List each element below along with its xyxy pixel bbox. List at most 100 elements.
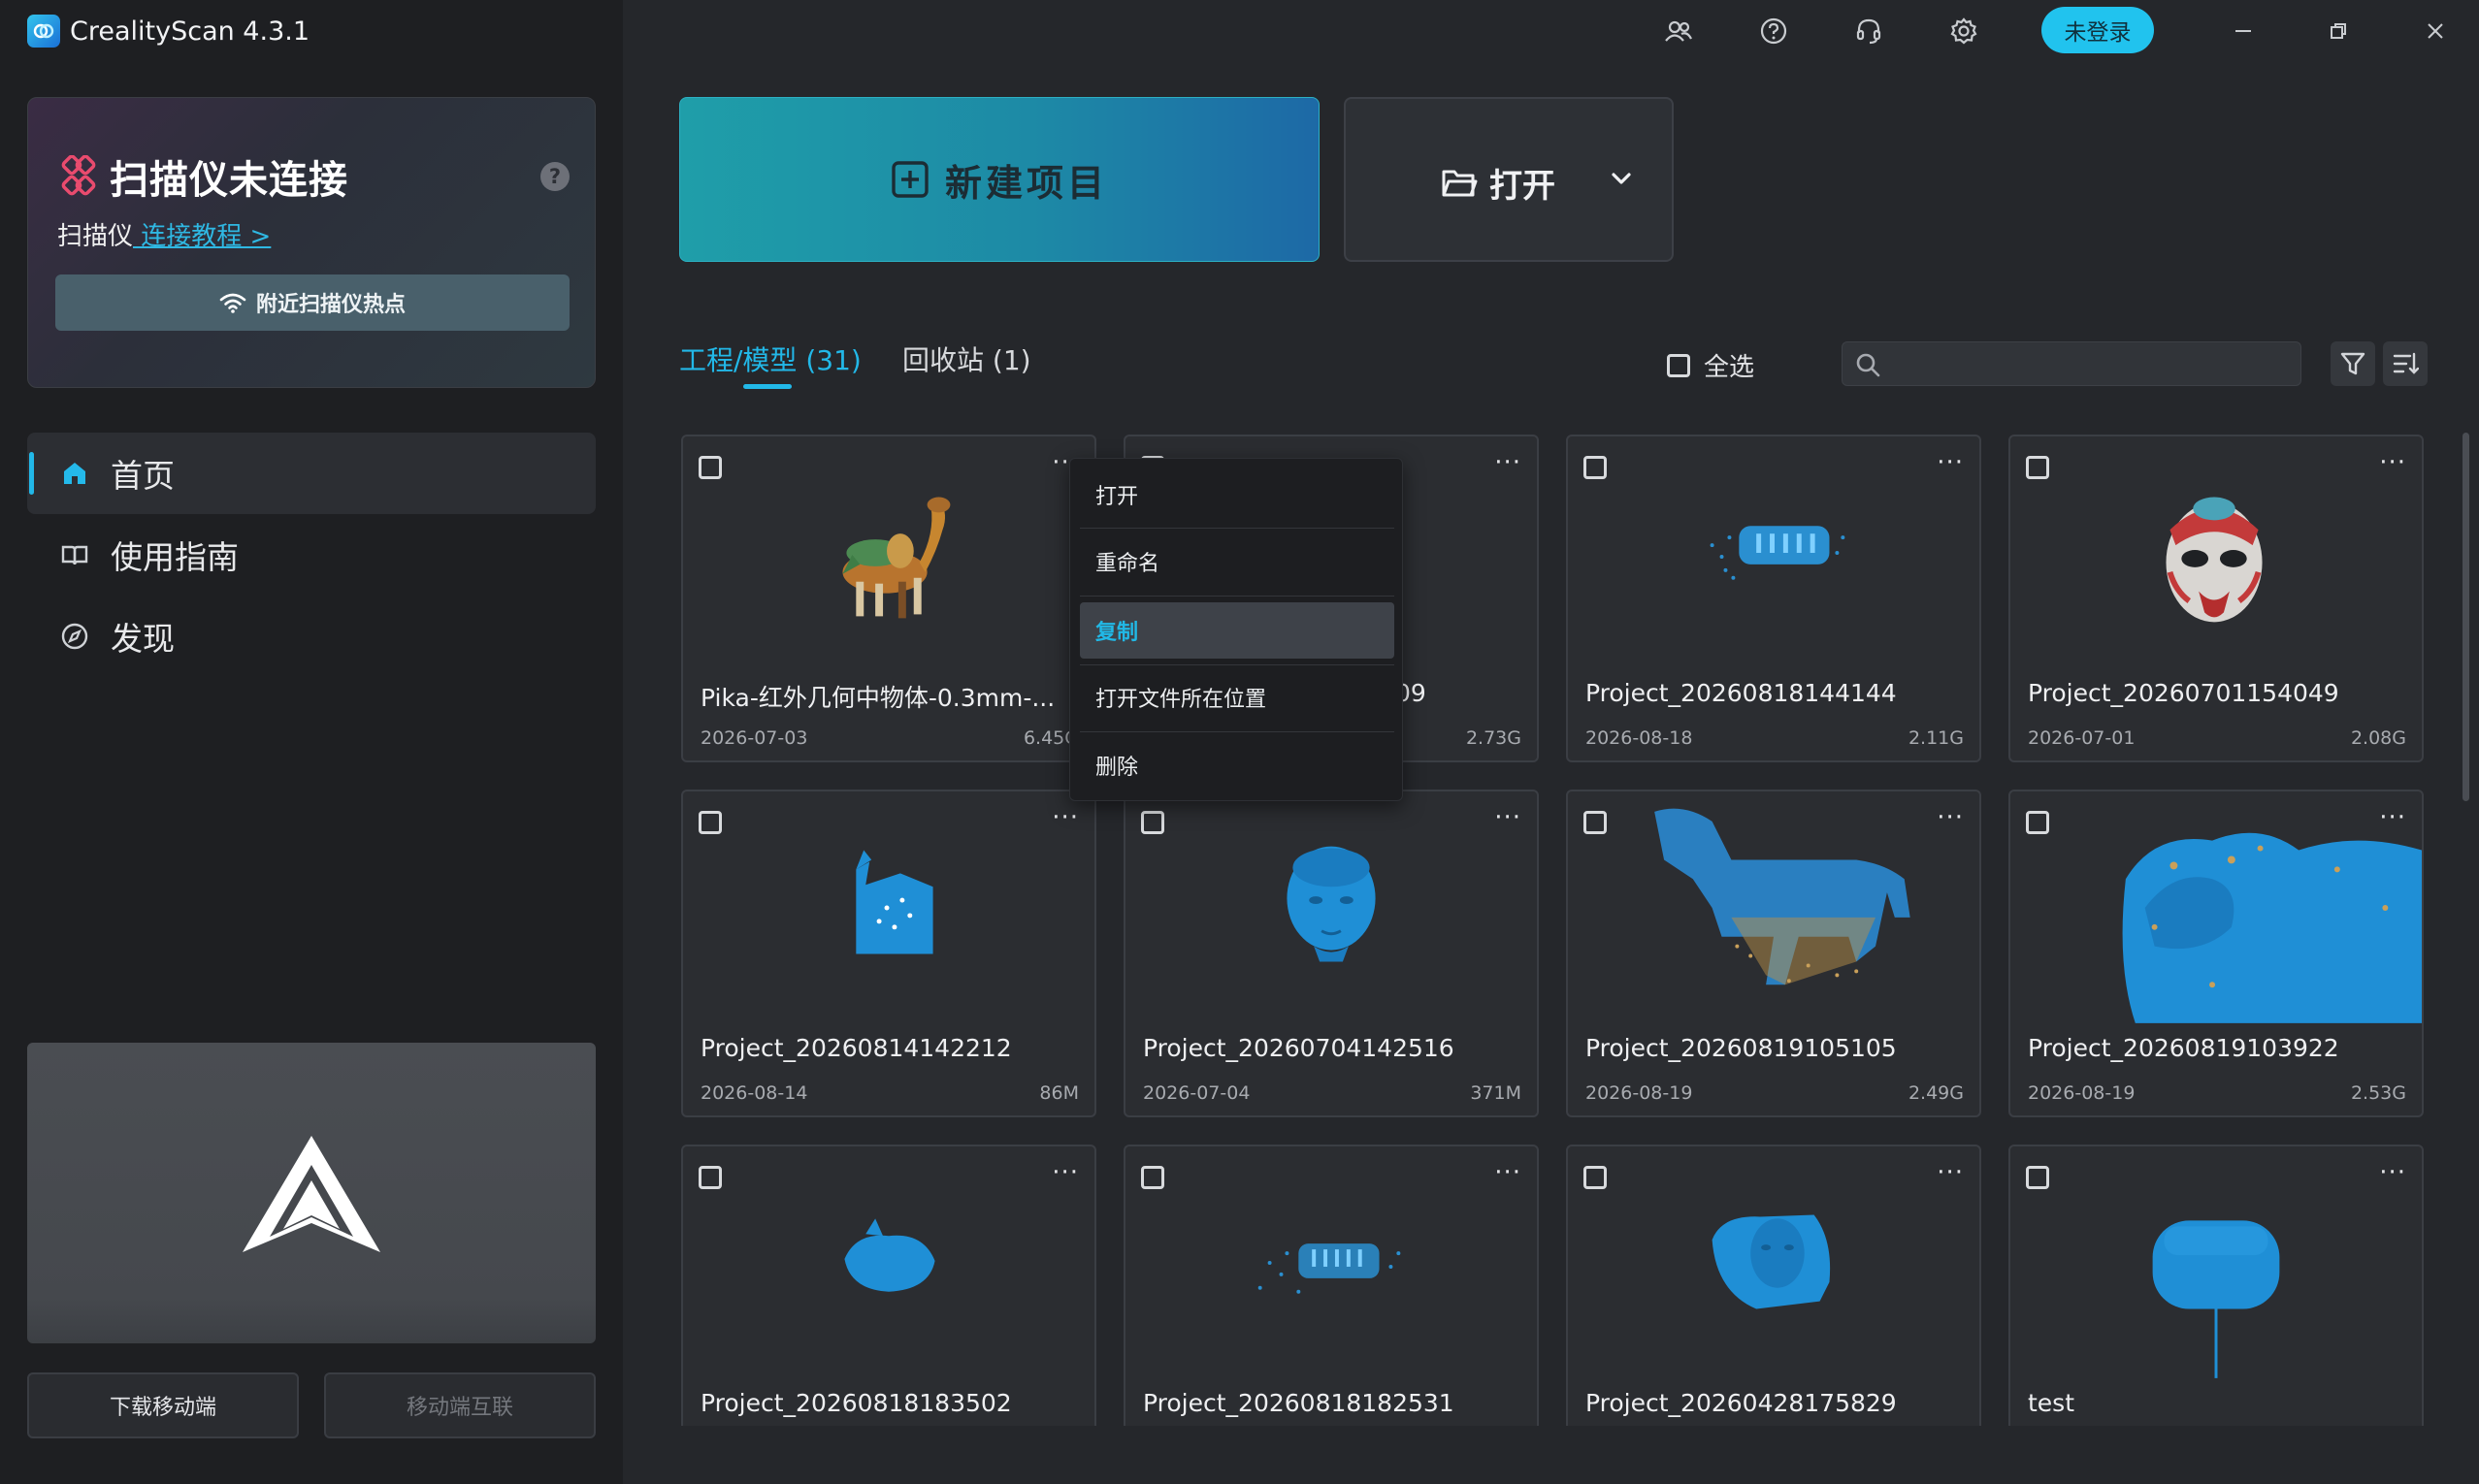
sidebar: CrealityScan 4.3.1 扫描仪未连接 ? 扫描仪 连接教程 > 附… <box>0 0 623 1484</box>
connection-tutorial-link[interactable]: 连接教程 > <box>133 222 271 251</box>
project-checkbox[interactable] <box>1141 811 1164 834</box>
scanner-status-card: 扫描仪未连接 ? 扫描仪 连接教程 > 附近扫描仪热点 <box>27 97 596 388</box>
project-size: 2.53G <box>2350 1082 2406 1104</box>
menu-item-open[interactable]: 打开 <box>1080 467 1394 523</box>
project-name: Project_20260818183502 <box>701 1389 1012 1417</box>
tab-models[interactable]: 工程/模型 (31) <box>679 339 862 389</box>
chevron-down-icon[interactable] <box>1608 165 1635 192</box>
wifi-icon <box>219 293 246 313</box>
nav-item-discover[interactable]: 发现 <box>27 596 596 677</box>
project-checkbox[interactable] <box>699 456 722 479</box>
project-date: 2026-07-03 <box>701 727 808 749</box>
book-icon <box>61 545 88 565</box>
restore-icon[interactable] <box>2319 12 2358 50</box>
grid-scrollbar[interactable] <box>2463 433 2469 801</box>
project-checkbox[interactable] <box>2026 1166 2049 1189</box>
project-name: Project_20260814142212 <box>701 1034 1012 1062</box>
menu-item-open-location[interactable]: 打开文件所在位置 <box>1080 669 1394 726</box>
project-card[interactable]: ··· Project_20260819103922 2026-08-19 2.… <box>2008 790 2424 1117</box>
filter-button[interactable] <box>2331 341 2375 386</box>
project-date: 2026-08-19 <box>1585 1082 1693 1104</box>
minimize-icon[interactable] <box>2224 12 2263 50</box>
login-button[interactable]: 未登录 <box>2041 7 2154 53</box>
project-name: 09 <box>1395 679 1426 707</box>
more-options-icon[interactable]: ··· <box>2379 450 2406 475</box>
download-mobile-button[interactable]: 下载移动端 <box>27 1372 299 1438</box>
menu-item-rename[interactable]: 重命名 <box>1080 533 1394 590</box>
more-options-icon[interactable]: ··· <box>2379 805 2406 830</box>
filter-icon <box>2340 352 2365 375</box>
select-all-label: 全选 <box>1704 353 1755 382</box>
more-options-icon[interactable]: ··· <box>1937 805 1964 830</box>
nearby-hotspot-button[interactable]: 附近扫描仪热点 <box>55 274 570 331</box>
compass-icon <box>61 623 88 650</box>
scanner-sub-prefix: 扫描仪 <box>57 222 134 251</box>
more-options-icon[interactable]: ··· <box>1052 805 1079 830</box>
project-thumbnail <box>1287 846 1376 962</box>
project-name: Project_20260819103922 <box>2028 1034 2339 1062</box>
mobile-connect-button[interactable]: 移动端互联 <box>324 1372 596 1438</box>
promo-banner[interactable] <box>27 1043 596 1343</box>
select-all[interactable]: 全选 <box>1667 347 1754 383</box>
help-icon[interactable] <box>1756 14 1791 48</box>
nearby-hotspot-label: 附近扫描仪热点 <box>255 293 406 317</box>
search-input[interactable] <box>1842 341 2301 386</box>
select-all-checkbox[interactable] <box>1667 353 1690 377</box>
app-title: CrealityScan 4.3.1 <box>70 16 310 47</box>
project-checkbox[interactable] <box>2026 811 2049 834</box>
community-icon[interactable] <box>1661 14 1696 48</box>
folder-open-icon <box>1442 170 1478 196</box>
project-checkbox[interactable] <box>699 1166 722 1189</box>
close-icon[interactable] <box>2416 12 2455 50</box>
open-button-main[interactable]: 打开 <box>1441 159 1555 207</box>
project-checkbox[interactable] <box>2026 456 2049 479</box>
nav-item-home[interactable]: 首页 <box>27 433 596 514</box>
add-square-icon <box>892 161 929 198</box>
project-card[interactable]: ··· Project_20260818183502 <box>681 1145 1096 1426</box>
tab-recycle-bin[interactable]: 回收站 (1) <box>902 339 1031 378</box>
project-checkbox[interactable] <box>1141 1166 1164 1189</box>
more-options-icon[interactable]: ··· <box>2379 1160 2406 1185</box>
project-card[interactable]: ··· Project_20260818182531 <box>1124 1145 1539 1426</box>
more-options-icon[interactable]: ··· <box>1937 450 1964 475</box>
project-card[interactable]: ··· Project_20260818144144 2026-08-18 2.… <box>1566 435 1981 762</box>
nav-item-guide[interactable]: 使用指南 <box>27 514 596 596</box>
scanner-help-icon[interactable]: ? <box>540 162 570 191</box>
menu-item-delete[interactable]: 删除 <box>1080 737 1394 793</box>
project-checkbox[interactable] <box>699 811 722 834</box>
project-card[interactable]: ··· Project_20260701154049 2026-07-01 2.… <box>2008 435 2424 762</box>
menu-divider <box>1080 731 1394 732</box>
support-headset-icon[interactable] <box>1851 14 1886 48</box>
project-card[interactable]: ··· Project_20260814142212 2026-08-14 86… <box>681 790 1096 1117</box>
settings-gear-icon[interactable] <box>1946 14 1981 48</box>
search-icon <box>1856 353 1880 377</box>
more-options-icon[interactable]: ··· <box>1494 1160 1521 1185</box>
more-options-icon[interactable]: ··· <box>1494 450 1521 475</box>
project-card[interactable]: ··· test <box>2008 1145 2424 1426</box>
nav-discover-label: 发现 <box>111 620 175 658</box>
menu-divider <box>1080 664 1394 665</box>
project-name: Project_20260819105105 <box>1585 1034 1897 1062</box>
project-checkbox[interactable] <box>1583 1166 1607 1189</box>
new-project-button[interactable]: 新建项目 <box>679 97 1320 262</box>
project-size: 2.08G <box>2350 727 2406 749</box>
project-size: 2.49G <box>1908 1082 1964 1104</box>
project-checkbox[interactable] <box>1583 811 1607 834</box>
project-thumbnail <box>2122 832 2422 1023</box>
project-card[interactable]: ··· Project_20260704142516 2026-07-04 37… <box>1124 790 1539 1117</box>
project-card[interactable]: ··· Project_20260819105105 2026-08-19 2.… <box>1566 790 1981 1117</box>
project-card[interactable]: ··· Project_20260428175829 <box>1566 1145 1981 1426</box>
creality-logo-icon <box>243 1136 380 1252</box>
more-options-icon[interactable]: ··· <box>1052 1160 1079 1185</box>
app-titlebar: CrealityScan 4.3.1 <box>27 14 310 48</box>
scanner-subtitle: 扫描仪 连接教程 > <box>57 216 271 252</box>
project-size: 371M <box>1470 1082 1521 1104</box>
sort-button[interactable] <box>2383 341 2428 386</box>
project-checkbox[interactable] <box>1583 456 1607 479</box>
project-card[interactable]: ··· Pika-红外几何中物体-0.3mm-... 2026-07-03 6.… <box>681 435 1096 762</box>
menu-item-copy[interactable]: 复制 <box>1080 602 1394 659</box>
more-options-icon[interactable]: ··· <box>1937 1160 1964 1185</box>
project-thumbnail <box>1710 526 1845 580</box>
more-options-icon[interactable]: ··· <box>1494 805 1521 830</box>
open-button[interactable]: 打开 <box>1344 97 1674 262</box>
